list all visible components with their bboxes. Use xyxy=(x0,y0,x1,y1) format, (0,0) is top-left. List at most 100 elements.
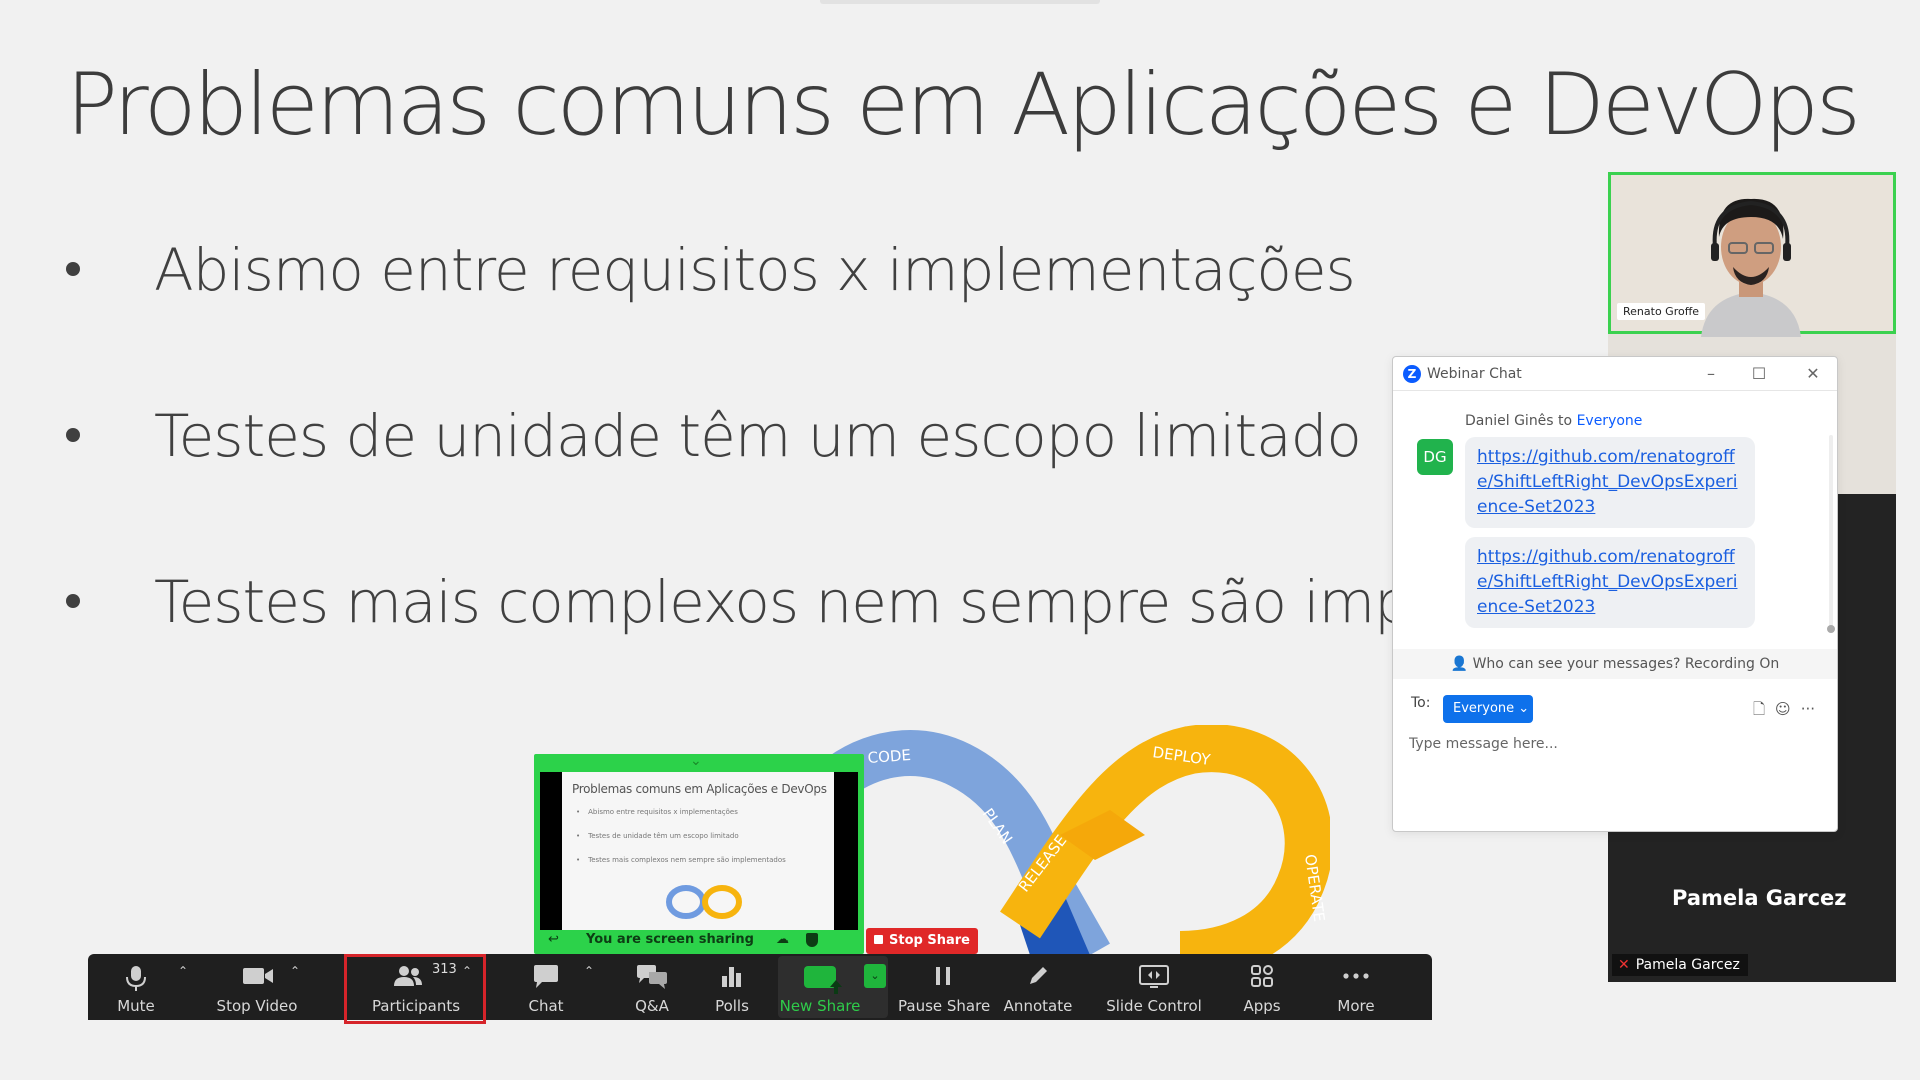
apps-label: Apps xyxy=(1243,997,1281,1015)
stop-icon xyxy=(874,935,883,944)
preview-bullet: Testes mais complexos nem sempre são imp… xyxy=(576,856,786,864)
video-camera-icon xyxy=(243,968,273,984)
more-label: More xyxy=(1337,997,1375,1015)
muted-mic-icon: ✕ xyxy=(1618,957,1630,973)
mute-label: Mute xyxy=(117,997,155,1015)
chat-scrollbar[interactable] xyxy=(1827,435,1835,633)
chat-message: https://github.com/renatogroffe/ShiftLef… xyxy=(1465,537,1755,628)
pin-icon[interactable]: ↩ xyxy=(548,932,559,947)
bar-chart-icon xyxy=(722,967,741,987)
share-arrow-icon xyxy=(804,966,842,994)
mute-button[interactable]: Mute xyxy=(98,954,174,1020)
scrollbar-thumb[interactable] xyxy=(1827,625,1835,633)
polls-label: Polls xyxy=(715,997,749,1015)
maximize-icon[interactable]: ☐ xyxy=(1739,361,1779,387)
annotate-button[interactable]: Annotate xyxy=(1000,954,1076,1020)
cloud-icon: ☁ xyxy=(776,932,789,947)
recipient-dropdown-label: Everyone xyxy=(1453,701,1515,716)
visibility-person-icon: 👤 xyxy=(1450,656,1469,672)
emoji-icon[interactable]: ☺ xyxy=(1775,700,1791,718)
new-share-label: New Share xyxy=(779,997,861,1015)
slide-title: Problemas comuns em Aplicações e DevOps xyxy=(66,55,1861,155)
chevron-down-icon[interactable]: ⌄ xyxy=(864,964,886,988)
top-edge-handle xyxy=(820,0,1100,4)
video-tile-name: Pamela Garcez xyxy=(1672,886,1847,910)
bullet-dot xyxy=(66,594,80,608)
stop-share-label: Stop Share xyxy=(889,933,970,948)
chat-title-bar[interactable]: Z Webinar Chat – ☐ ✕ xyxy=(1393,357,1837,391)
preview-devops-diagram xyxy=(666,885,742,919)
video-name-tag: ✕ Pamela Garcez xyxy=(1612,954,1748,976)
apps-icon xyxy=(1251,965,1273,987)
bullet-text: Abismo entre requisitos x implementações xyxy=(154,236,1356,304)
preview-bullet: Testes de unidade têm um escopo limitado xyxy=(576,832,739,840)
qa-label: Q&A xyxy=(635,997,669,1015)
stop-share-button[interactable]: Stop Share xyxy=(866,928,978,954)
slide-control-label: Slide Control xyxy=(1106,997,1202,1015)
active-speaker-video[interactable]: Renato Groffe xyxy=(1608,172,1896,337)
chevron-up-icon[interactable]: ⌃ xyxy=(462,964,472,978)
speaker-video-frame xyxy=(1701,198,1801,337)
message-link[interactable]: https://github.com/renatogroffe/ShiftLef… xyxy=(1477,447,1737,517)
active-speaker-name: Renato Groffe xyxy=(1617,303,1706,320)
chat-window-title: Webinar Chat xyxy=(1427,366,1522,382)
pause-share-button[interactable]: Pause Share xyxy=(898,954,991,1020)
participants-label: Participants xyxy=(371,997,461,1015)
chevron-up-icon[interactable]: ⌃ xyxy=(584,964,594,978)
sender-name: Daniel Ginês xyxy=(1465,413,1554,429)
sender-recipient: Everyone xyxy=(1576,413,1643,429)
chevron-up-icon[interactable]: ⌃ xyxy=(290,964,300,978)
sender-to-word: to xyxy=(1558,413,1573,429)
stop-video-label: Stop Video xyxy=(216,997,298,1015)
recording-notice-text: Who can see your messages? Recording On xyxy=(1472,656,1780,672)
preview-screen: Problemas comuns em Aplicações e DevOps … xyxy=(540,772,858,930)
video-name-tag-text: Pamela Garcez xyxy=(1635,957,1740,973)
pause-icon xyxy=(936,967,950,985)
zoom-logo-icon: Z xyxy=(1403,365,1421,383)
slide-control-icon xyxy=(1139,965,1169,988)
close-icon[interactable]: ✕ xyxy=(1793,361,1833,387)
message-sender: Daniel Ginês to Everyone xyxy=(1465,413,1642,429)
qa-icon xyxy=(637,965,667,989)
more-dots-icon[interactable]: ··· xyxy=(1801,700,1815,718)
chat-bubble-icon xyxy=(534,965,558,988)
qa-button[interactable]: Q&A xyxy=(614,954,690,1020)
preview-slide: Problemas comuns em Aplicações e DevOps … xyxy=(562,772,834,930)
avatar: DG xyxy=(1417,439,1453,475)
diagram-label-code: CODE xyxy=(867,746,911,767)
bullet-dot xyxy=(66,428,80,442)
shield-icon xyxy=(806,933,818,947)
chevron-down-icon: ⌄ xyxy=(1518,701,1530,716)
chevron-down-icon[interactable]: ⌄ xyxy=(690,753,702,769)
minimize-icon[interactable]: – xyxy=(1691,361,1731,387)
chat-messages[interactable]: Daniel Ginês to Everyone DG https://gith… xyxy=(1393,391,1837,647)
bullet-dot xyxy=(66,262,80,276)
screen-share-preview[interactable]: ⌄ Problemas comuns em Aplicações e DevOp… xyxy=(534,753,864,954)
slide-bullet: Testes mais complexos nem sempre são imp… xyxy=(66,568,1398,648)
chat-button[interactable]: Chat xyxy=(508,954,584,1020)
chevron-up-icon[interactable]: ⌃ xyxy=(178,964,188,978)
to-label: To: xyxy=(1411,695,1431,711)
recipient-dropdown[interactable]: Everyone ⌄ xyxy=(1443,695,1533,723)
message-input[interactable] xyxy=(1409,729,1819,759)
apps-button[interactable]: Apps xyxy=(1230,954,1294,1020)
participants-icon xyxy=(394,966,422,986)
microphone-icon xyxy=(126,966,146,991)
participants-count: 313 xyxy=(432,962,457,977)
new-share-button[interactable]: New Share xyxy=(778,954,862,1020)
pencil-icon xyxy=(1030,967,1047,984)
screen-sharing-status: You are screen sharing xyxy=(586,932,754,947)
more-dots-icon xyxy=(1343,973,1369,979)
file-icon[interactable]: 🗋 xyxy=(1753,700,1765,718)
polls-button[interactable]: Polls xyxy=(700,954,764,1020)
webinar-chat-window: Z Webinar Chat – ☐ ✕ Daniel Ginês to Eve… xyxy=(1392,356,1838,832)
slide-control-button[interactable]: Slide Control xyxy=(1098,954,1210,1020)
recording-notice[interactable]: 👤 Who can see your messages? Recording O… xyxy=(1393,649,1837,679)
bullet-text: Testes de unidade têm um escopo limitado xyxy=(154,402,1362,470)
pause-share-label: Pause Share xyxy=(898,997,991,1015)
meeting-toolbar: Mute ⌃ Stop Video ⌃ 313 Participants ⌃ C… xyxy=(88,954,1432,1020)
message-link[interactable]: https://github.com/renatogroffe/ShiftLef… xyxy=(1477,547,1737,617)
chat-label: Chat xyxy=(528,997,564,1015)
preview-title: Problemas comuns em Aplicações e DevOps xyxy=(572,782,827,796)
more-button[interactable]: More xyxy=(1324,954,1388,1020)
